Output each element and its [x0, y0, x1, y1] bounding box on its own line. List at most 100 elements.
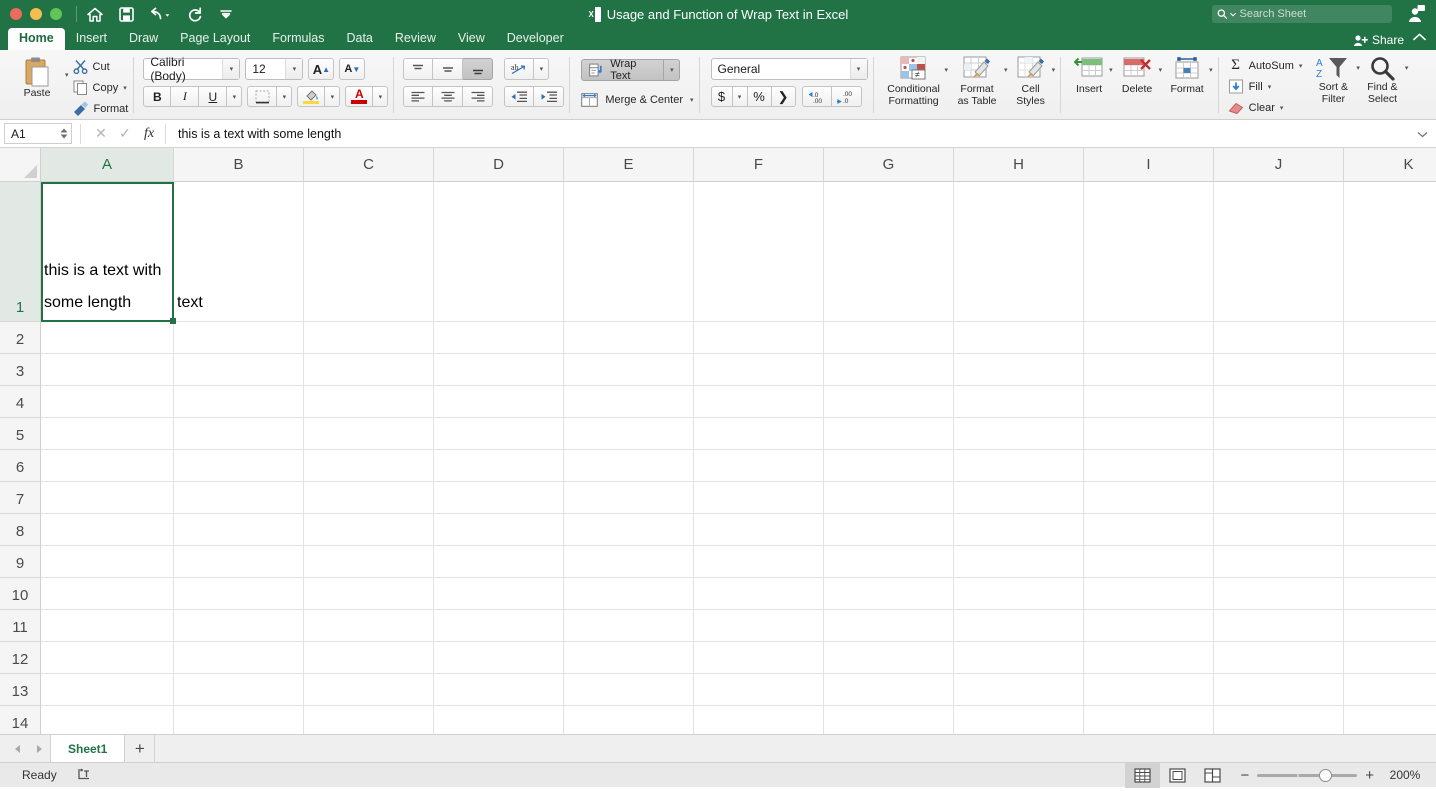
row-header-9[interactable]: 9: [0, 546, 40, 578]
cell-styles-button[interactable]: Cell Styles: [1010, 54, 1052, 109]
cell-j2[interactable]: [1214, 322, 1344, 353]
cell-c8[interactable]: [304, 514, 434, 545]
cell-i2[interactable]: [1084, 322, 1214, 353]
format-as-table-dropdown-icon[interactable]: ▾: [1004, 66, 1008, 74]
align-top-button[interactable]: [403, 58, 433, 80]
cell-f2[interactable]: [694, 322, 824, 353]
cell-k9[interactable]: [1344, 546, 1436, 577]
cell-h2[interactable]: [954, 322, 1084, 353]
cell-c14[interactable]: [304, 706, 434, 734]
borders-button[interactable]: [247, 86, 277, 107]
tab-page-layout[interactable]: Page Layout: [169, 28, 261, 50]
cell-j3[interactable]: [1214, 354, 1344, 385]
font-color-dropdown-icon[interactable]: ▾: [373, 86, 388, 107]
cell-b3[interactable]: [174, 354, 304, 385]
column-header-g[interactable]: G: [824, 148, 954, 181]
bold-button[interactable]: B: [143, 86, 171, 107]
cell-k5[interactable]: [1344, 418, 1436, 449]
formula-input[interactable]: this is a text with some length: [168, 127, 341, 141]
comma-button[interactable]: ❯: [772, 86, 796, 107]
cell-d10[interactable]: [434, 578, 564, 609]
previous-sheet-icon[interactable]: [6, 735, 28, 762]
cell-g11[interactable]: [824, 610, 954, 641]
cut-button[interactable]: Cut: [73, 56, 129, 77]
column-header-e[interactable]: E: [564, 148, 694, 181]
cell-b11[interactable]: [174, 610, 304, 641]
cell-e13[interactable]: [564, 674, 694, 705]
close-window-button[interactable]: [10, 8, 22, 20]
tab-draw[interactable]: Draw: [118, 28, 169, 50]
sort-filter-button[interactable]: AZ Sort & Filter: [1310, 54, 1356, 107]
cell-e6[interactable]: [564, 450, 694, 481]
insert-cells-button[interactable]: Insert: [1069, 54, 1109, 98]
cell-f9[interactable]: [694, 546, 824, 577]
home-icon[interactable]: [87, 7, 103, 22]
confirm-entry-icon[interactable]: ✓: [113, 125, 137, 142]
align-left-button[interactable]: [403, 86, 433, 107]
cell-d12[interactable]: [434, 642, 564, 673]
cell-e5[interactable]: [564, 418, 694, 449]
cell-c6[interactable]: [304, 450, 434, 481]
search-input[interactable]: [1239, 8, 1387, 20]
cell-c12[interactable]: [304, 642, 434, 673]
find-select-dropdown-icon[interactable]: ▾: [1405, 64, 1409, 72]
merge-center-dropdown-icon[interactable]: ▾: [690, 96, 694, 104]
cell-g12[interactable]: [824, 642, 954, 673]
cell-f12[interactable]: [694, 642, 824, 673]
increase-decimal-button[interactable]: .0.00: [802, 86, 832, 107]
cell-h5[interactable]: [954, 418, 1084, 449]
cell-a6[interactable]: [41, 450, 174, 481]
cell-i12[interactable]: [1084, 642, 1214, 673]
cell-g6[interactable]: [824, 450, 954, 481]
find-select-button[interactable]: Find & Select: [1360, 54, 1405, 107]
cell-b1[interactable]: text: [174, 182, 304, 321]
fill-color-dropdown-icon[interactable]: ▾: [325, 86, 340, 107]
increase-font-size-button[interactable]: A▲: [308, 58, 334, 80]
cell-g8[interactable]: [824, 514, 954, 545]
cell-c9[interactable]: [304, 546, 434, 577]
column-header-c[interactable]: C: [304, 148, 434, 181]
cell-i7[interactable]: [1084, 482, 1214, 513]
cell-a11[interactable]: [41, 610, 174, 641]
cell-d5[interactable]: [434, 418, 564, 449]
insert-dropdown-icon[interactable]: ▾: [1109, 66, 1113, 74]
cell-e14[interactable]: [564, 706, 694, 734]
cell-j5[interactable]: [1214, 418, 1344, 449]
name-box[interactable]: A1: [4, 123, 72, 144]
next-sheet-icon[interactable]: [28, 735, 50, 762]
cell-k4[interactable]: [1344, 386, 1436, 417]
delete-dropdown-icon[interactable]: ▾: [1159, 66, 1163, 74]
row-header-2[interactable]: 2: [0, 322, 40, 354]
cell-b8[interactable]: [174, 514, 304, 545]
cell-h14[interactable]: [954, 706, 1084, 734]
cell-d4[interactable]: [434, 386, 564, 417]
fill-dropdown-icon[interactable]: ▾: [1268, 83, 1272, 91]
cell-f14[interactable]: [694, 706, 824, 734]
cell-c5[interactable]: [304, 418, 434, 449]
cell-f7[interactable]: [694, 482, 824, 513]
underline-button[interactable]: U: [199, 86, 227, 107]
cell-e1[interactable]: [564, 182, 694, 321]
align-right-button[interactable]: [463, 86, 493, 107]
page-break-view-button[interactable]: [1195, 763, 1230, 788]
cell-d11[interactable]: [434, 610, 564, 641]
row-header-7[interactable]: 7: [0, 482, 40, 514]
accessibility-icon[interactable]: [57, 767, 92, 784]
fill-button[interactable]: Fill ▾: [1228, 76, 1303, 97]
row-header-3[interactable]: 3: [0, 354, 40, 386]
save-icon[interactable]: [119, 7, 134, 22]
cell-j7[interactable]: [1214, 482, 1344, 513]
conditional-formatting-dropdown-icon[interactable]: ▾: [945, 66, 949, 74]
align-bottom-button[interactable]: [463, 58, 493, 80]
account-icon[interactable]: [1406, 4, 1426, 29]
cell-h7[interactable]: [954, 482, 1084, 513]
cell-i10[interactable]: [1084, 578, 1214, 609]
format-cells-button[interactable]: Format: [1165, 54, 1209, 98]
align-middle-button[interactable]: [433, 58, 463, 80]
cell-a1[interactable]: this is a text with some length: [41, 182, 174, 321]
cell-f10[interactable]: [694, 578, 824, 609]
number-format-select[interactable]: General ▾: [711, 58, 868, 80]
cell-a12[interactable]: [41, 642, 174, 673]
collapse-ribbon-icon[interactable]: [1413, 28, 1426, 46]
customize-toolbar-icon[interactable]: [219, 8, 233, 20]
